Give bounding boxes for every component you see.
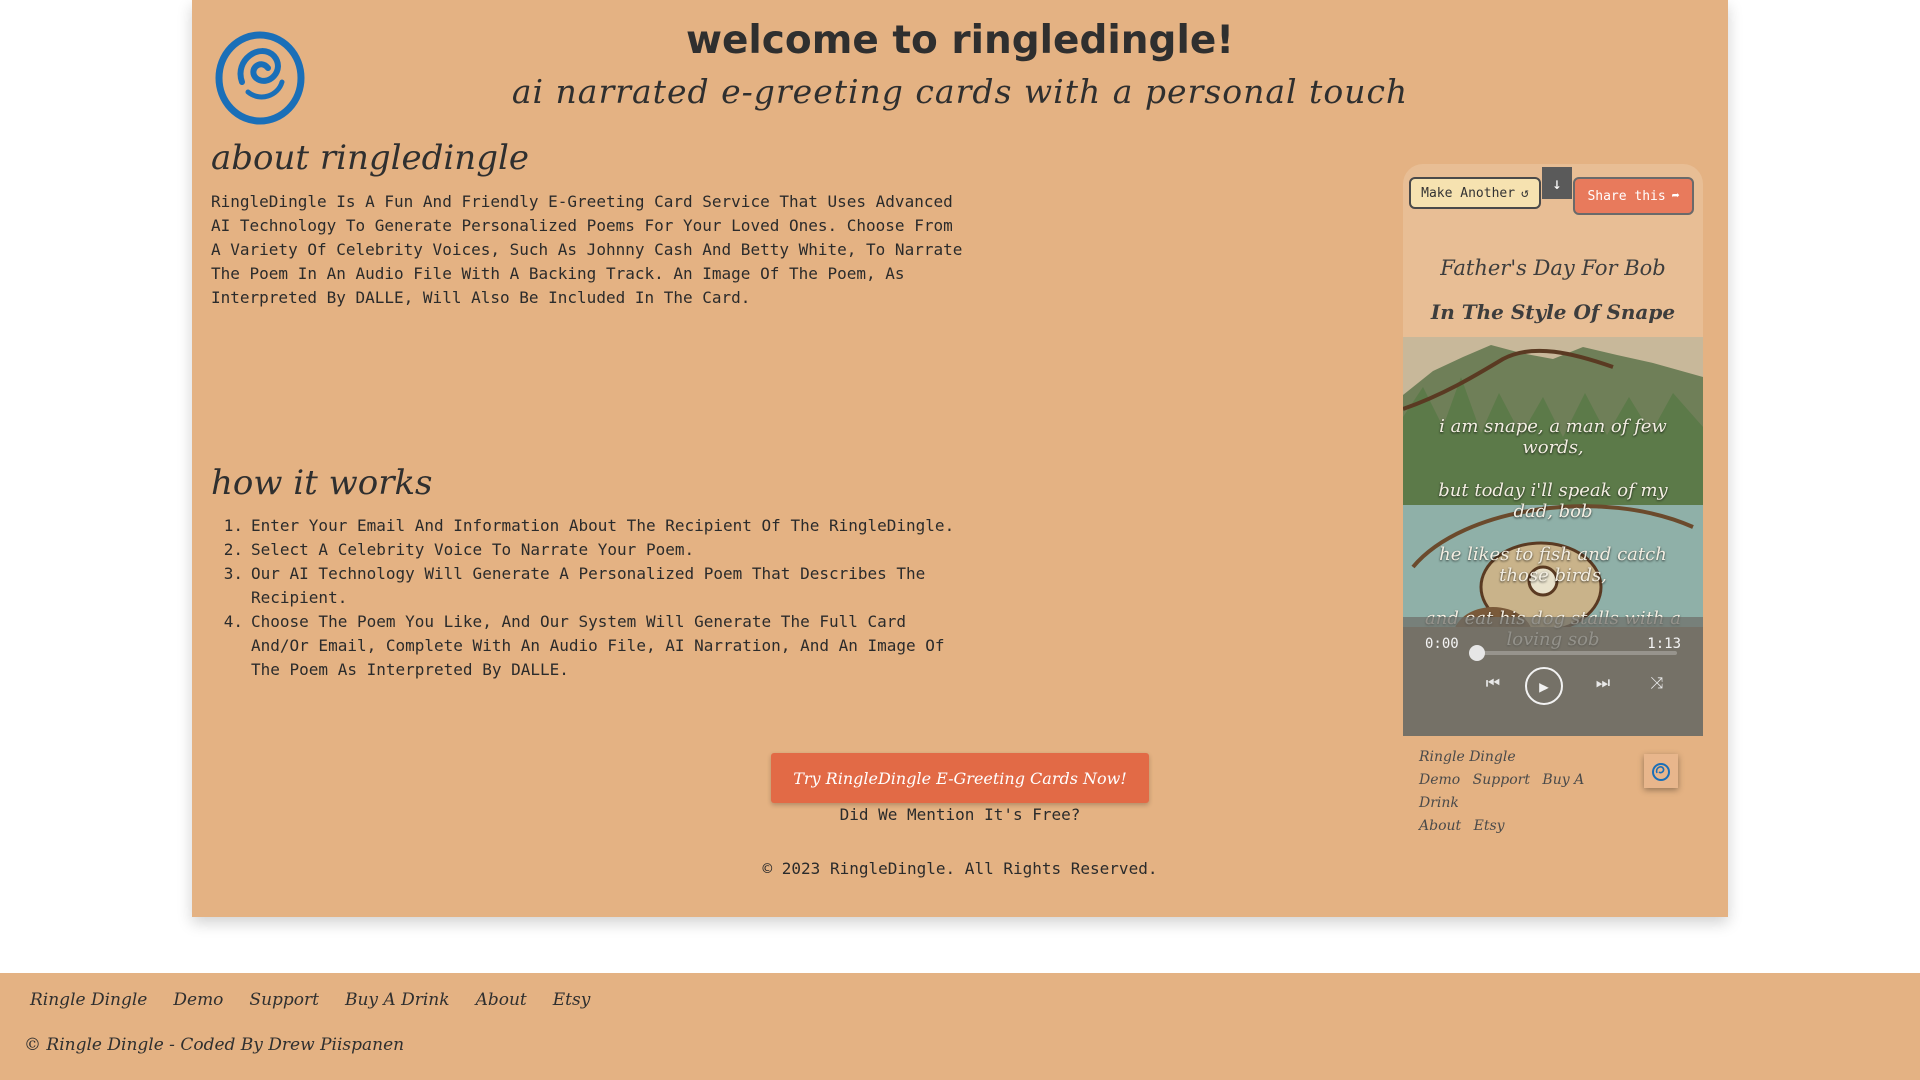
current-time: 0:00 bbox=[1425, 636, 1459, 652]
list-item: 3. Our AI Technology Will Generate A Per… bbox=[223, 564, 926, 607]
make-another-button[interactable]: Make Another ↺ bbox=[1409, 177, 1541, 209]
next-icon[interactable]: ⏭ bbox=[1593, 673, 1613, 693]
footer-link-etsy[interactable]: Etsy bbox=[553, 990, 591, 1010]
mini-logo-icon[interactable] bbox=[1644, 754, 1678, 788]
play-button[interactable]: ▶ bbox=[1525, 667, 1563, 705]
play-icon: ▶ bbox=[1539, 676, 1549, 696]
audio-player: 0:00 1:13 ⏮ ▶ ⏭ ⤨ bbox=[1403, 617, 1703, 736]
footer-links: Ringle Dingle Demo Support Buy A Drink A… bbox=[30, 990, 590, 1010]
card-style: In The Style Of Snape bbox=[1430, 300, 1676, 324]
how-it-works-heading: how it works bbox=[211, 463, 433, 503]
card-image: i am snape, a man of few words, but toda… bbox=[1403, 337, 1703, 736]
card-preview: Make Another ↺ ↓ Share this ➦ Father's D… bbox=[1403, 164, 1703, 736]
card-title: Father's Day For Bob bbox=[1440, 256, 1666, 280]
shuffle-icon[interactable]: ⤨ bbox=[1647, 673, 1667, 693]
footer-link-support[interactable]: Support bbox=[249, 990, 319, 1010]
lyric-line: i am snape, a man of few words, bbox=[1439, 416, 1667, 458]
preview-footer-link-support[interactable]: Support bbox=[1473, 772, 1530, 788]
main-card: welcome to ringledingle! ai narrated e-g… bbox=[192, 0, 1728, 917]
list-item: 2. Select A Celebrity Voice To Narrate Y… bbox=[223, 540, 695, 559]
copyright-text: © 2023 RingleDingle. All Rights Reserved… bbox=[762, 859, 1158, 878]
duration-time: 1:13 bbox=[1647, 636, 1681, 652]
about-heading: about ringledingle bbox=[211, 138, 529, 178]
free-note: Did We Mention It's Free? bbox=[839, 805, 1081, 824]
try-now-button[interactable]: Try RingleDingle E-Greeting Cards Now! bbox=[771, 753, 1149, 803]
progress-thumb[interactable] bbox=[1469, 645, 1485, 661]
download-icon[interactable]: ↓ bbox=[1542, 167, 1572, 199]
footer-link-demo[interactable]: Demo bbox=[173, 990, 223, 1010]
page-subtitle: ai narrated e-greeting cards with a pers… bbox=[511, 72, 1409, 111]
list-item: 4. Choose The Poem You Like, And Our Sys… bbox=[223, 612, 945, 679]
refresh-icon: ↺ bbox=[1521, 185, 1529, 201]
footer-link-about[interactable]: About bbox=[476, 990, 527, 1010]
steps-list: 1. Enter Your Email And Information Abou… bbox=[211, 514, 971, 682]
lyric-line: but today i'll speak of my dad, bob bbox=[1438, 480, 1668, 522]
site-footer: Ringle Dingle Demo Support Buy A Drink A… bbox=[0, 973, 1920, 1080]
page-title: welcome to ringledingle! bbox=[685, 18, 1235, 63]
footer-link-ringle-dingle[interactable]: Ringle Dingle bbox=[30, 990, 147, 1010]
preview-footer-link-etsy[interactable]: Etsy bbox=[1474, 818, 1505, 834]
list-item: 1. Enter Your Email And Information Abou… bbox=[223, 516, 955, 535]
lyric-line: he likes to fish and catch those birds, bbox=[1439, 544, 1667, 586]
previous-icon[interactable]: ⏮ bbox=[1483, 673, 1503, 693]
about-text: RingleDingle Is A Fun And Friendly E-Gre… bbox=[211, 192, 963, 307]
preview-footer-link-about[interactable]: About bbox=[1419, 818, 1461, 834]
share-button[interactable]: Share this ➦ bbox=[1573, 177, 1694, 215]
preview-footer-link-demo[interactable]: Demo bbox=[1419, 772, 1460, 788]
preview-footer: Ringle Dingle Demo Support Buy A Drink A… bbox=[1419, 746, 1629, 838]
preview-footer-brand[interactable]: Ringle Dingle bbox=[1419, 746, 1629, 769]
progress-track[interactable] bbox=[1469, 645, 1677, 661]
footer-link-buy-a-drink[interactable]: Buy A Drink bbox=[345, 990, 450, 1010]
footer-copyright: © Ringle Dingle - Coded By Drew Piispane… bbox=[24, 1035, 405, 1055]
share-arrow-icon: ➦ bbox=[1671, 188, 1680, 204]
